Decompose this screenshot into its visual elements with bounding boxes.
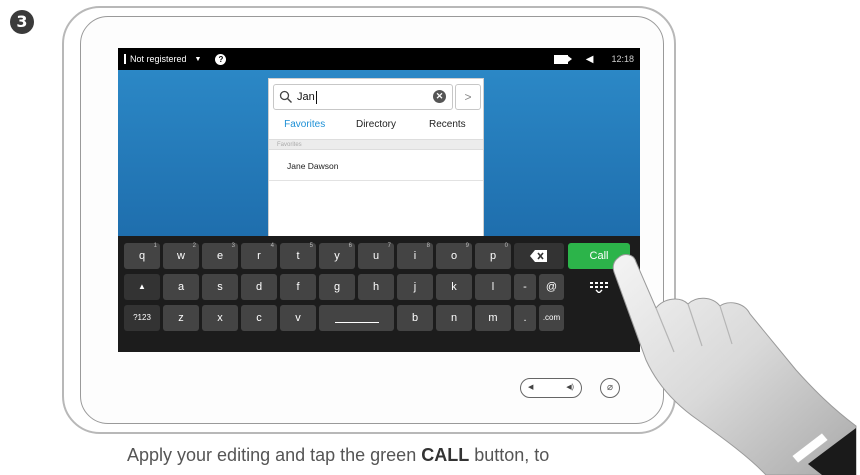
key-l[interactable]: l xyxy=(475,274,511,300)
caption-emphasis: CALL xyxy=(421,445,470,465)
list-item[interactable]: Jane Dawson xyxy=(269,151,483,181)
pointing-hand-illustration xyxy=(612,254,857,475)
search-icon xyxy=(279,90,292,103)
key-h[interactable]: h xyxy=(358,274,394,300)
key-f[interactable]: f xyxy=(280,274,316,300)
dropdown-arrow-icon: ▼ xyxy=(194,55,202,63)
search-go-button[interactable]: > xyxy=(455,84,481,110)
text-cursor xyxy=(315,90,317,104)
key-v[interactable]: v xyxy=(280,305,316,331)
registration-status[interactable]: Not registered ▼ xyxy=(124,54,201,64)
key-d[interactable]: d xyxy=(241,274,277,300)
status-bar: Not registered ▼ ? ◀ 12:18 xyxy=(118,48,640,70)
key-c[interactable]: c xyxy=(241,305,277,331)
key-j[interactable]: j xyxy=(397,274,433,300)
shift-key[interactable]: ▲ xyxy=(124,274,160,300)
volume-down-icon[interactable]: ◀ xyxy=(528,383,533,391)
caption-text-after: button, to xyxy=(469,445,550,465)
key-period[interactable]: . xyxy=(514,305,536,331)
clear-icon[interactable]: ✕ xyxy=(433,90,446,103)
instruction-caption: Apply your editing and tap the green CAL… xyxy=(127,445,549,466)
key-e[interactable]: e3 xyxy=(202,243,238,269)
search-query: Jan xyxy=(297,91,315,103)
key-m[interactable]: m xyxy=(475,305,511,331)
key-s[interactable]: s xyxy=(202,274,238,300)
signal-bar-icon xyxy=(124,54,126,64)
key-o[interactable]: o9 xyxy=(436,243,472,269)
key-z[interactable]: z xyxy=(163,305,199,331)
key-r[interactable]: r4 xyxy=(241,243,277,269)
key-b[interactable]: b xyxy=(397,305,433,331)
section-header: Favorites xyxy=(269,139,483,150)
registration-label: Not registered xyxy=(130,54,187,64)
search-panel: Jan ✕ > Favorites Directory Recents Favo… xyxy=(268,78,484,256)
key-w[interactable]: w2 xyxy=(163,243,199,269)
numbers-key[interactable]: ?123 xyxy=(124,305,160,331)
key-p[interactable]: p0 xyxy=(475,243,511,269)
caption-text-before: Apply your editing and tap the green xyxy=(127,445,422,465)
key-x[interactable]: x xyxy=(202,305,238,331)
directory-tabs: Favorites Directory Recents xyxy=(269,115,483,135)
search-input[interactable]: Jan ✕ xyxy=(273,84,453,110)
space-bar[interactable] xyxy=(319,305,394,331)
key-y[interactable]: y6 xyxy=(319,243,355,269)
key-k[interactable]: k xyxy=(436,274,472,300)
tab-recents[interactable]: Recents xyxy=(412,115,483,135)
step-number-badge: 3 xyxy=(10,10,34,34)
key-g[interactable]: g xyxy=(319,274,355,300)
camera-icon[interactable] xyxy=(553,54,572,64)
key-n[interactable]: n xyxy=(436,305,472,331)
clock: 12:18 xyxy=(611,54,634,64)
tab-favorites[interactable]: Favorites xyxy=(269,115,340,135)
speaker-icon[interactable]: ◀ xyxy=(586,54,594,65)
help-icon[interactable]: ? xyxy=(215,53,227,65)
backspace-icon xyxy=(530,250,547,263)
key-i[interactable]: i8 xyxy=(397,243,433,269)
key-u[interactable]: u7 xyxy=(358,243,394,269)
key-a[interactable]: a xyxy=(163,274,199,300)
key-dash[interactable]: - xyxy=(514,274,536,300)
key-t[interactable]: t5 xyxy=(280,243,316,269)
key-q[interactable]: q1 xyxy=(124,243,160,269)
tab-directory[interactable]: Directory xyxy=(340,115,411,135)
backspace-key[interactable] xyxy=(514,243,564,269)
